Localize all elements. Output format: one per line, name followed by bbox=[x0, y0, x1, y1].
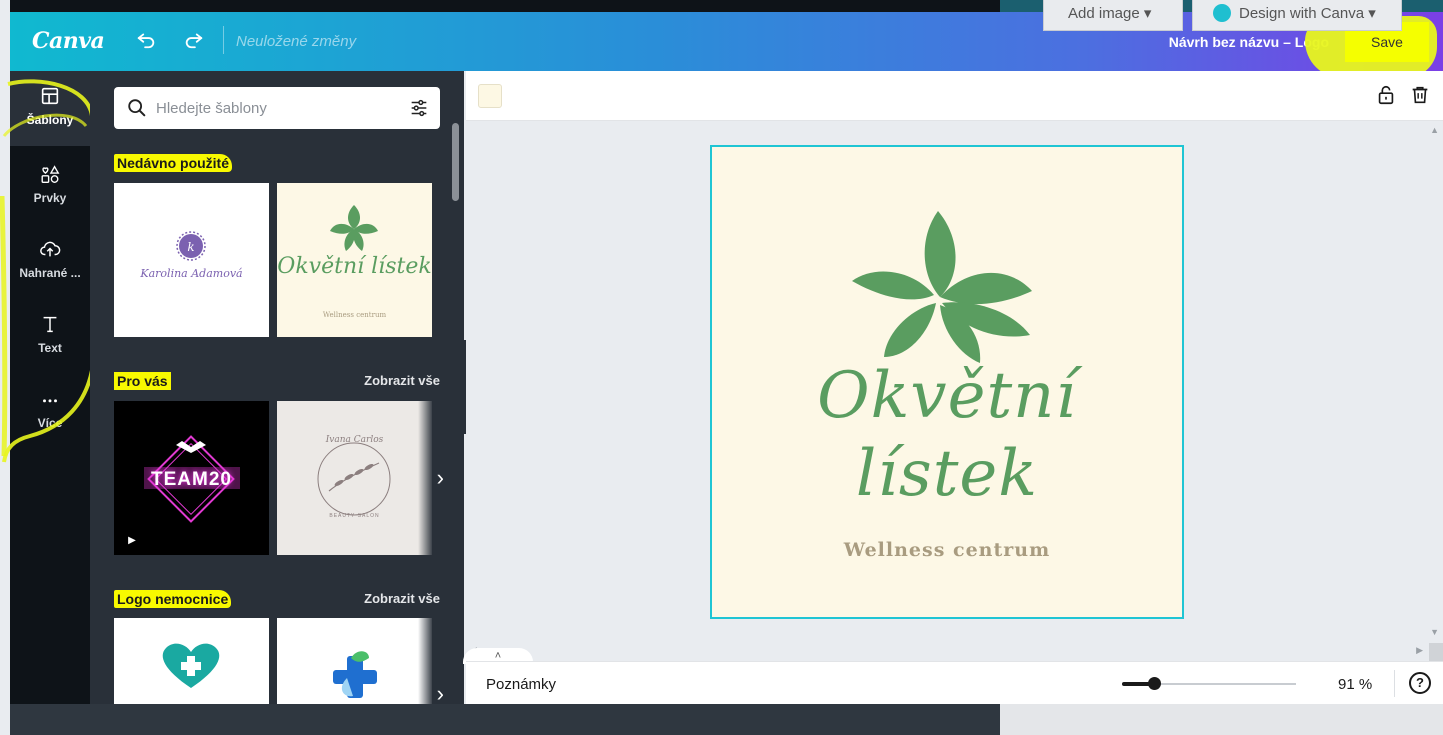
beauty-salon-art bbox=[317, 442, 391, 516]
unsaved-status: Neuložené změny bbox=[236, 33, 357, 50]
template-thumb-team20[interactable]: TEAM20 ▶ bbox=[114, 401, 269, 555]
rail-item-uploads[interactable]: Nahrané ... bbox=[10, 224, 90, 299]
templates-panel: Nedávno použité k Karolina Adamová Okvět… bbox=[90, 71, 464, 704]
chevron-right-icon[interactable]: › bbox=[437, 681, 444, 704]
section-title-hospital: Logo nemocnice bbox=[114, 590, 232, 608]
beauty-salon-sub: BEAUTY SALON bbox=[329, 513, 380, 519]
search-icon bbox=[128, 99, 146, 117]
rail-item-templates[interactable]: Šablony bbox=[10, 71, 90, 146]
beauty-salon-name: Ivana Carlos bbox=[325, 435, 384, 445]
scroll-down-arrow[interactable]: ▼ bbox=[1430, 627, 1439, 637]
svg-text:k: k bbox=[187, 240, 194, 254]
video-play-icon: ▶ bbox=[118, 531, 146, 551]
caret-down-icon: ▾ bbox=[1368, 5, 1376, 22]
brand-tagline[interactable]: Wellness centrum bbox=[712, 539, 1182, 561]
caret-down-icon: ▾ bbox=[1143, 5, 1152, 22]
rail-item-text[interactable]: Text bbox=[10, 299, 90, 374]
separator bbox=[223, 26, 224, 54]
undo-icon[interactable] bbox=[134, 28, 158, 52]
template-thumb-karolina[interactable]: k Karolina Adamová bbox=[114, 183, 269, 337]
design-page[interactable]: Okvětní lístek Wellness centrum bbox=[710, 145, 1184, 619]
template-thumb-hospital-heart[interactable] bbox=[114, 618, 269, 704]
brand-title-line1[interactable]: Okvětní bbox=[712, 359, 1182, 433]
template-thumb-hospital-cross[interactable] bbox=[277, 618, 432, 704]
add-image-button[interactable]: Add image ▾ bbox=[1043, 0, 1183, 31]
help-icon[interactable]: ? bbox=[1409, 672, 1431, 694]
template-search bbox=[114, 87, 440, 129]
filter-sliders-icon[interactable] bbox=[408, 97, 430, 119]
rail-item-elements[interactable]: Prvky bbox=[10, 149, 90, 224]
rail-item-label: Prvky bbox=[33, 191, 67, 205]
fade-edge bbox=[418, 618, 432, 704]
canva-editor: Canva Neuložené změny Návrh bez názvu – … bbox=[0, 0, 1443, 735]
more-dots-icon bbox=[43, 399, 57, 403]
search-input[interactable] bbox=[156, 96, 386, 120]
medical-cross-icon bbox=[333, 651, 377, 698]
canvas-toolbar bbox=[466, 71, 1443, 121]
template-thumb-beauty-salon[interactable]: Ivana Carlos BEAUTY SALON bbox=[277, 401, 432, 555]
zoom-slider-handle[interactable] bbox=[1147, 677, 1161, 690]
rail-item-more[interactable]: Více bbox=[10, 374, 90, 449]
section-title-foryou: Pro vás bbox=[114, 372, 171, 390]
text-icon bbox=[43, 316, 57, 333]
rail-item-label: Nahrané ... bbox=[19, 266, 81, 280]
karolina-name: Karolina Adamová bbox=[140, 267, 243, 280]
shapes-icon bbox=[41, 165, 60, 183]
rail-item-label: Více bbox=[37, 416, 63, 430]
rail-item-label: Šablony bbox=[26, 113, 74, 127]
redo-icon[interactable] bbox=[182, 28, 206, 52]
team20-label: TEAM20 bbox=[151, 469, 232, 490]
karolina-logo-art: k bbox=[176, 231, 206, 261]
separator bbox=[1394, 670, 1395, 697]
background-color-swatch[interactable] bbox=[478, 84, 502, 108]
notes-button[interactable]: Poznámky bbox=[486, 676, 556, 693]
canva-logo[interactable]: Canva bbox=[32, 28, 105, 54]
show-all-hospital-link[interactable]: Zobrazit vše bbox=[364, 591, 440, 606]
fade-edge bbox=[418, 401, 432, 555]
chevron-right-icon[interactable]: › bbox=[437, 465, 444, 491]
scroll-up-arrow[interactable]: ▲ bbox=[1430, 125, 1439, 135]
template-thumb-okvetni[interactable]: Okvětní lístek Wellness centrum bbox=[277, 183, 432, 337]
scroll-right-arrow[interactable]: ▶ bbox=[1416, 645, 1423, 656]
okvetni-mini-title: Okvětní lístek bbox=[277, 254, 432, 279]
zoom-value[interactable]: 91 % bbox=[1338, 676, 1372, 693]
panel-scrollbar[interactable] bbox=[452, 123, 459, 201]
section-title-recent: Nedávno použité bbox=[114, 154, 233, 172]
brand-title-line2[interactable]: lístek bbox=[712, 437, 1182, 511]
show-all-foryou-link[interactable]: Zobrazit vše bbox=[364, 373, 440, 388]
upload-cloud-icon bbox=[40, 241, 61, 257]
underlying-app-toolbar bbox=[1000, 704, 1443, 735]
trash-icon[interactable] bbox=[1409, 84, 1431, 106]
design-workspace: Okvětní lístek Wellness centrum ▲ ▼ ◀ ▶ bbox=[466, 121, 1443, 661]
add-image-label: Add image bbox=[1068, 5, 1140, 22]
rail-item-label: Text bbox=[38, 341, 62, 355]
heart-cross-icon bbox=[162, 643, 220, 688]
canva-badge-icon bbox=[1213, 4, 1231, 22]
scroll-corner bbox=[1429, 643, 1443, 661]
design-with-canva-button[interactable]: Design with Canva ▾ bbox=[1192, 0, 1402, 31]
okvetni-mini-sub: Wellness centrum bbox=[322, 311, 387, 319]
side-rail: Šablony Prvky Nahrané ... Text Více bbox=[10, 71, 90, 704]
design-with-canva-label: Design with Canva bbox=[1239, 5, 1365, 22]
underlying-app-strip bbox=[10, 704, 1000, 735]
template-icon bbox=[41, 87, 59, 105]
top-strip bbox=[10, 0, 1000, 12]
lock-icon[interactable] bbox=[1375, 84, 1397, 106]
bottom-bar: Poznámky 91 % ? bbox=[466, 661, 1443, 704]
horizontal-scrollbar[interactable]: ◀ ▶ bbox=[466, 643, 1443, 661]
